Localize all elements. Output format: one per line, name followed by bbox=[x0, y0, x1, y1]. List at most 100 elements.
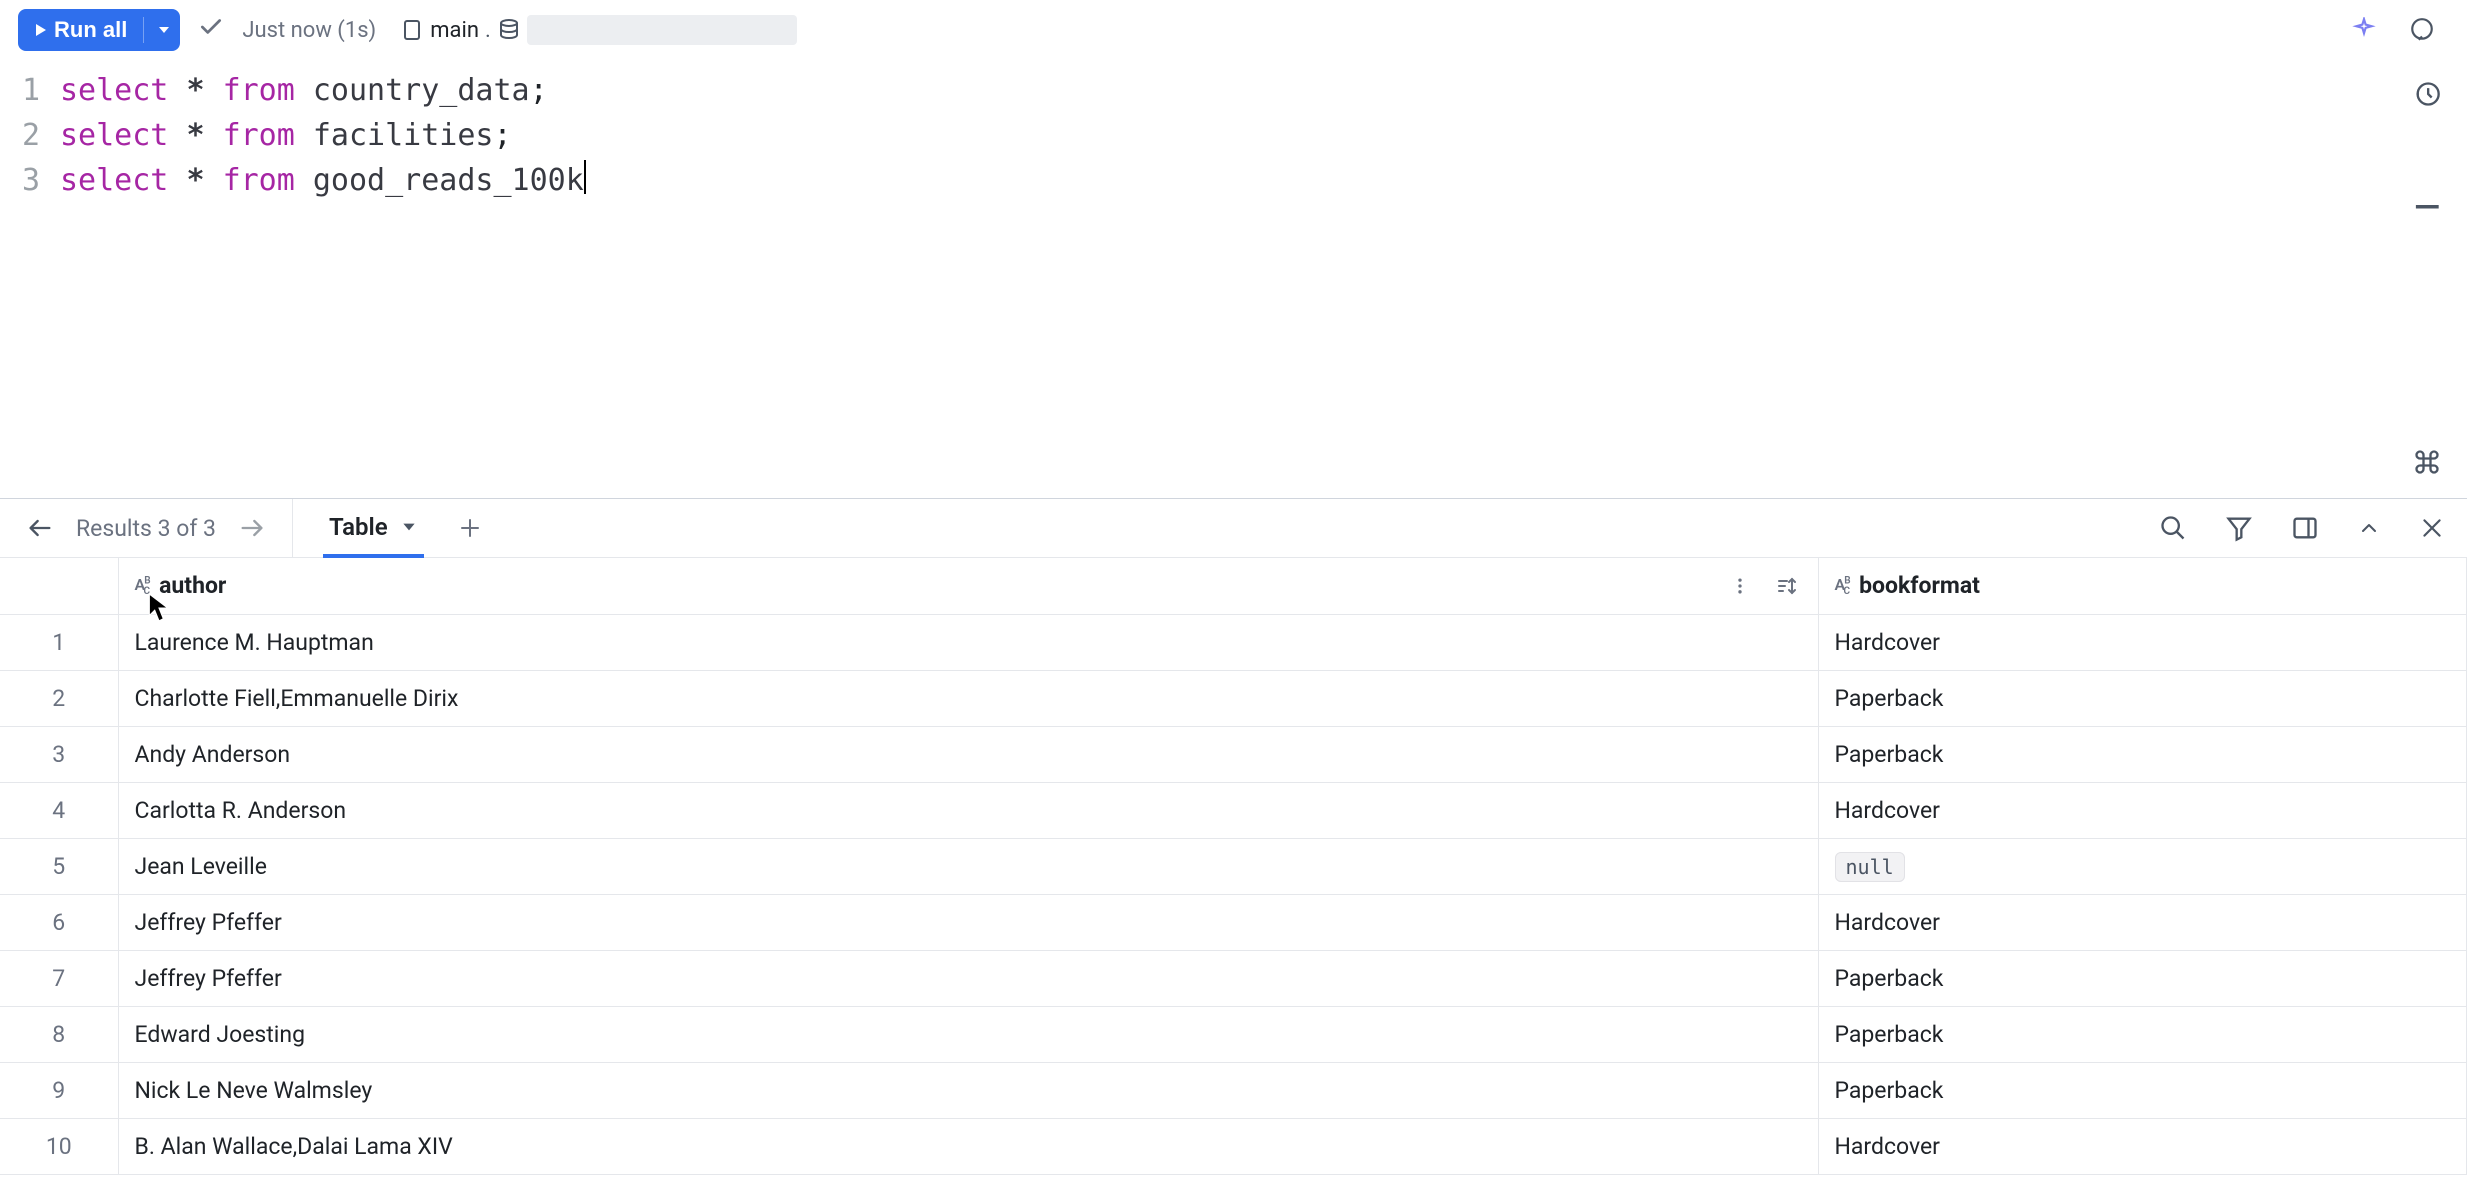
play-icon bbox=[32, 22, 48, 38]
cell-bookformat[interactable]: Paperback bbox=[1818, 1062, 2467, 1118]
history-button[interactable] bbox=[2409, 76, 2445, 112]
string-type-icon: ABC bbox=[1835, 575, 1850, 597]
cell-author[interactable]: Jean Leveille bbox=[118, 838, 1818, 894]
keyboard-shortcut-button[interactable] bbox=[2409, 444, 2445, 480]
chevron-down-icon[interactable] bbox=[400, 518, 418, 536]
results-tabs: Table bbox=[293, 499, 516, 557]
text-cursor bbox=[584, 160, 586, 194]
table-row[interactable]: 2Charlotte Fiell,Emmanuelle DirixPaperba… bbox=[0, 670, 2467, 726]
table-row[interactable]: 3Andy AndersonPaperback bbox=[0, 726, 2467, 782]
filter-button[interactable] bbox=[2221, 510, 2257, 546]
code-line[interactable]: 3select * from good_reads_100k bbox=[0, 158, 2387, 203]
line-number: 2 bbox=[0, 113, 60, 158]
cell-author[interactable]: Nick Le Neve Walmsley bbox=[118, 1062, 1818, 1118]
cell-author[interactable]: Edward Joesting bbox=[118, 1006, 1818, 1062]
results-right-group bbox=[2155, 510, 2467, 546]
row-number: 5 bbox=[0, 838, 118, 894]
row-number: 4 bbox=[0, 782, 118, 838]
run-status-text: Just now (1s) bbox=[242, 18, 376, 43]
search-icon bbox=[2159, 514, 2187, 542]
cell-author[interactable]: B. Alan Wallace,Dalai Lama XIV bbox=[118, 1118, 1818, 1174]
line-number: 3 bbox=[0, 158, 60, 203]
editor-toolbar: Run all Just now (1s) main . bbox=[0, 0, 2467, 60]
search-button[interactable] bbox=[2155, 510, 2191, 546]
table-row[interactable]: 6Jeffrey PfefferHardcover bbox=[0, 894, 2467, 950]
run-all-label: Run all bbox=[54, 17, 127, 43]
cell-author[interactable]: Andy Anderson bbox=[118, 726, 1818, 782]
column-menu-button[interactable] bbox=[1726, 570, 1754, 602]
close-icon bbox=[2419, 515, 2445, 541]
next-result-button[interactable] bbox=[234, 510, 270, 546]
table-row[interactable]: 4Carlotta R. AndersonHardcover bbox=[0, 782, 2467, 838]
row-number: 2 bbox=[0, 670, 118, 726]
column-header-bookformat[interactable]: ABC bookformat bbox=[1818, 558, 2467, 614]
tab-table[interactable]: Table bbox=[323, 500, 424, 558]
command-icon bbox=[2413, 448, 2441, 476]
chevron-down-icon[interactable] bbox=[156, 22, 172, 38]
row-number: 10 bbox=[0, 1118, 118, 1174]
code-editor[interactable]: 1select * from country_data;2select * fr… bbox=[0, 60, 2387, 498]
collapse-icon[interactable]: — bbox=[2414, 188, 2440, 228]
table-row[interactable]: 8Edward JoestingPaperback bbox=[0, 1006, 2467, 1062]
code-line[interactable]: 2select * from facilities; bbox=[0, 113, 2387, 158]
arrow-right-icon bbox=[238, 514, 266, 542]
table-header-row: ABC author ABC bookformat bbox=[0, 558, 2467, 614]
panel-right-icon bbox=[2291, 514, 2319, 542]
row-number: 6 bbox=[0, 894, 118, 950]
database-name-masked bbox=[527, 15, 797, 45]
column-sort-button[interactable] bbox=[1770, 570, 1802, 602]
row-number: 8 bbox=[0, 1006, 118, 1062]
cell-author[interactable]: Jeffrey Pfeffer bbox=[118, 950, 1818, 1006]
cell-bookformat[interactable]: Hardcover bbox=[1818, 894, 2467, 950]
cell-bookformat[interactable]: Paperback bbox=[1818, 950, 2467, 1006]
cell-author[interactable]: Carlotta R. Anderson bbox=[118, 782, 1818, 838]
table-row[interactable]: 9Nick Le Neve WalmsleyPaperback bbox=[0, 1062, 2467, 1118]
cell-bookformat[interactable]: Hardcover bbox=[1818, 614, 2467, 670]
column-header-author[interactable]: ABC author bbox=[118, 558, 1818, 614]
table-row[interactable]: 5Jean Leveille null bbox=[0, 838, 2467, 894]
cell-author[interactable]: Jeffrey Pfeffer bbox=[118, 894, 1818, 950]
cell-bookformat[interactable]: Paperback bbox=[1818, 1006, 2467, 1062]
close-results-button[interactable] bbox=[2415, 511, 2449, 545]
rownum-header bbox=[0, 558, 118, 614]
sparkle-button[interactable] bbox=[2347, 13, 2381, 47]
button-divider bbox=[143, 17, 144, 43]
schema-selector[interactable]: main . bbox=[400, 15, 797, 45]
row-number: 9 bbox=[0, 1062, 118, 1118]
cell-author[interactable]: Charlotte Fiell,Emmanuelle Dirix bbox=[118, 670, 1818, 726]
row-number: 3 bbox=[0, 726, 118, 782]
toolbar-right-group bbox=[2347, 13, 2449, 47]
code-content: select * from good_reads_100k bbox=[60, 158, 586, 203]
notebook-icon bbox=[400, 18, 424, 42]
cell-bookformat[interactable]: null bbox=[1818, 838, 2467, 894]
add-tab-button[interactable] bbox=[454, 512, 486, 544]
table-row[interactable]: 10B. Alan Wallace,Dalai Lama XIVHardcove… bbox=[0, 1118, 2467, 1174]
cell-bookformat[interactable]: Paperback bbox=[1818, 670, 2467, 726]
table-row[interactable]: 7Jeffrey PfefferPaperback bbox=[0, 950, 2467, 1006]
schema-name: main bbox=[430, 18, 479, 43]
kebab-icon bbox=[1730, 574, 1750, 598]
plus-icon bbox=[458, 516, 482, 540]
sort-icon bbox=[1774, 574, 1798, 598]
schema-separator: . bbox=[485, 18, 491, 43]
comment-button[interactable] bbox=[2405, 13, 2439, 47]
arrow-left-icon bbox=[26, 514, 54, 542]
panel-button[interactable] bbox=[2287, 510, 2323, 546]
code-line[interactable]: 1select * from country_data; bbox=[0, 68, 2387, 113]
code-content: select * from facilities; bbox=[60, 113, 512, 158]
cell-bookformat[interactable]: Hardcover bbox=[1818, 1118, 2467, 1174]
table-row[interactable]: 1Laurence M. HauptmanHardcover bbox=[0, 614, 2467, 670]
cell-bookformat[interactable]: Hardcover bbox=[1818, 782, 2467, 838]
null-value: null bbox=[1835, 852, 1905, 882]
column-label-author: author bbox=[159, 572, 226, 599]
column-label-bookformat: bookformat bbox=[1859, 572, 1980, 599]
cell-bookformat[interactable]: Paperback bbox=[1818, 726, 2467, 782]
run-all-button[interactable]: Run all bbox=[18, 9, 180, 51]
sparkle-icon bbox=[2351, 17, 2377, 43]
results-nav-group: Results 3 of 3 bbox=[0, 499, 293, 557]
tab-table-label: Table bbox=[329, 513, 388, 541]
history-icon bbox=[2413, 80, 2441, 108]
collapse-results-button[interactable] bbox=[2353, 512, 2385, 544]
prev-result-button[interactable] bbox=[22, 510, 58, 546]
cell-author[interactable]: Laurence M. Hauptman bbox=[118, 614, 1818, 670]
